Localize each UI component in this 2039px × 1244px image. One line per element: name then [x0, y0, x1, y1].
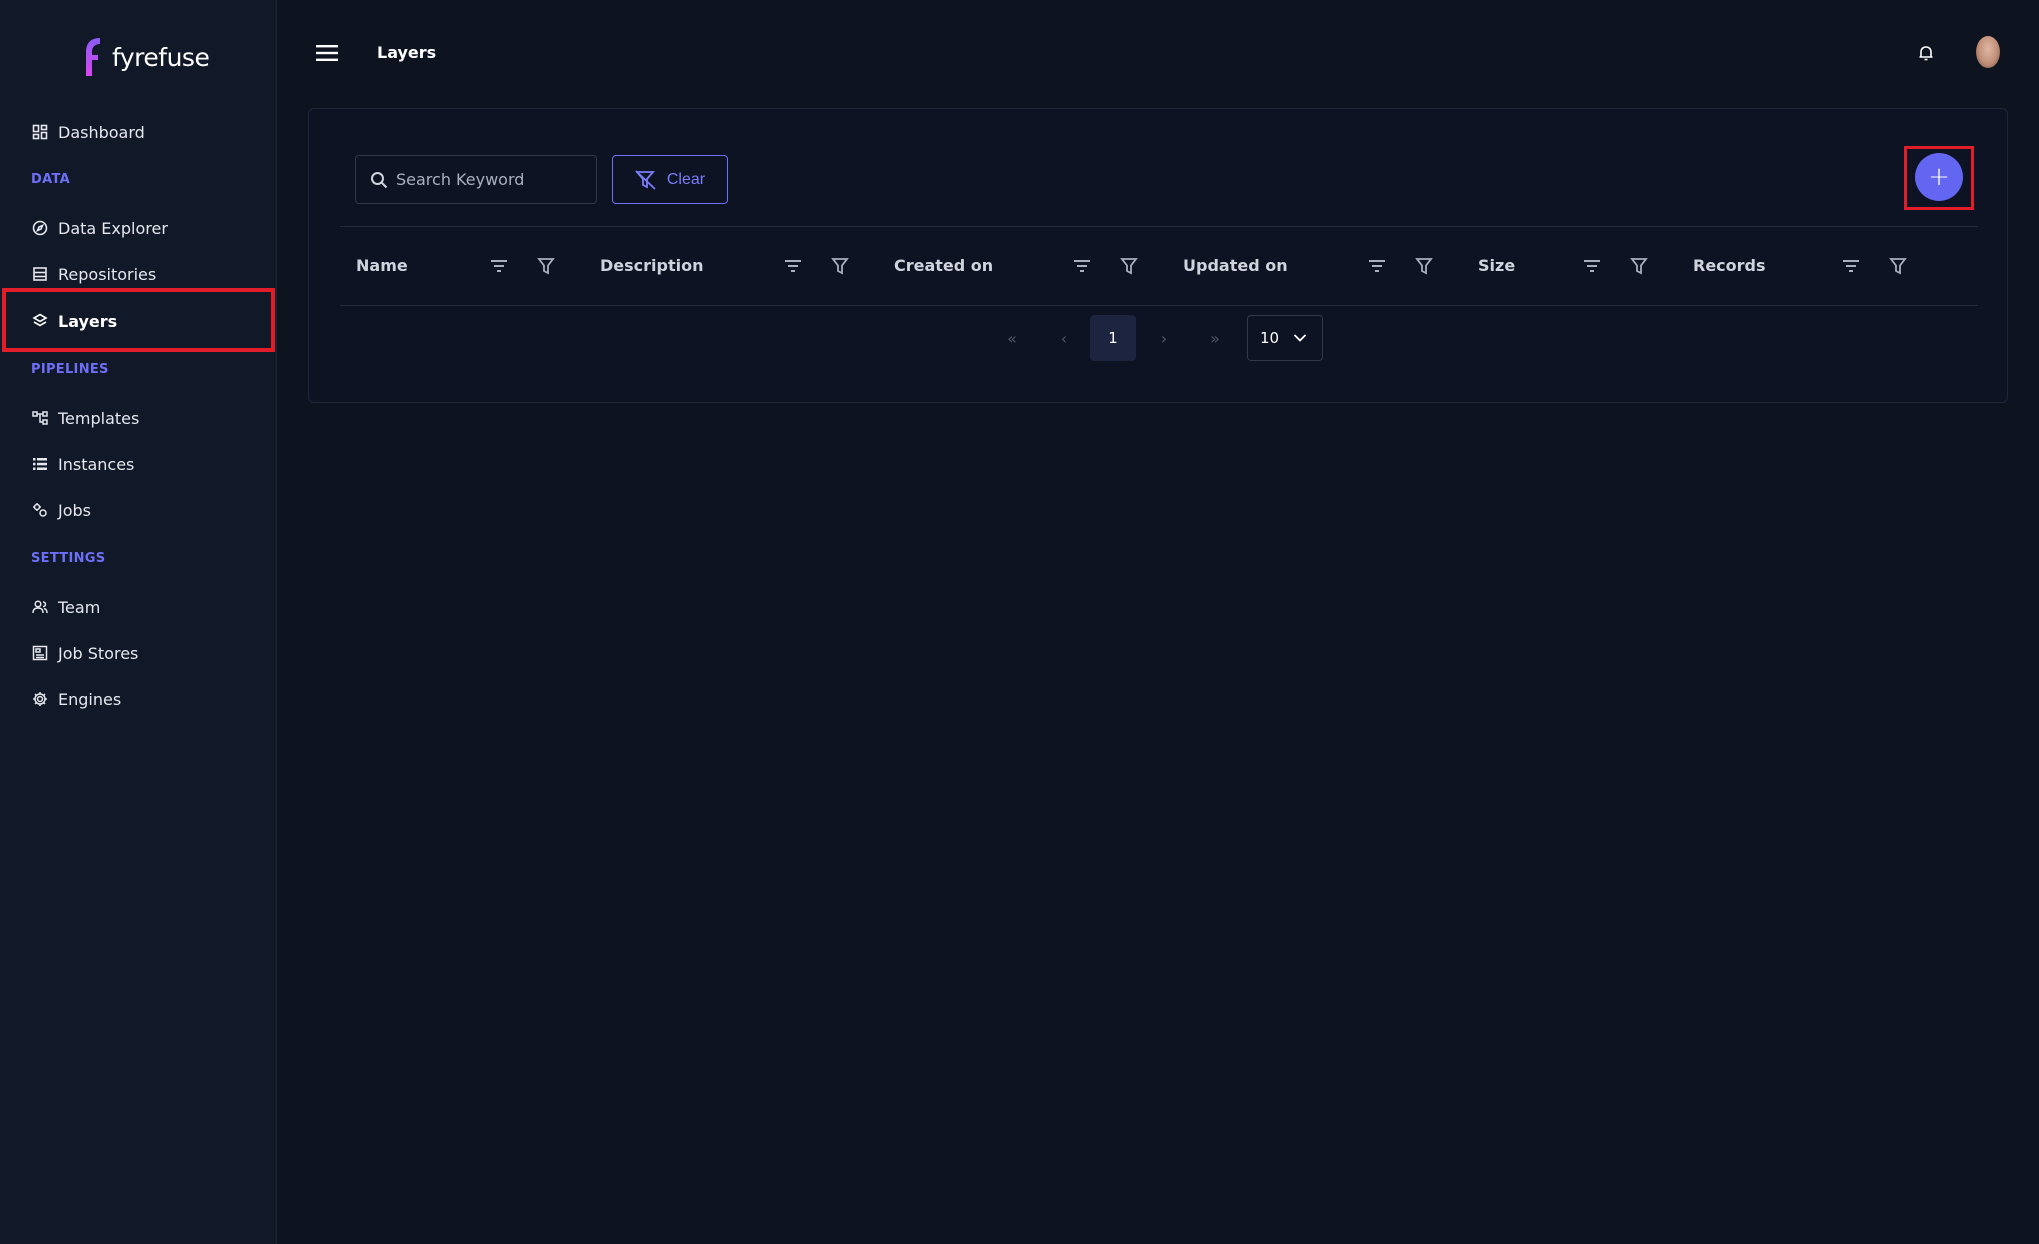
- double-chevron-right-icon: »: [1210, 328, 1220, 348]
- filter-clear-icon: [634, 169, 656, 190]
- column-label: Records: [1693, 256, 1766, 275]
- sidebar-item-layers[interactable]: Layers: [32, 309, 117, 333]
- clear-filters-button[interactable]: Clear: [612, 155, 728, 204]
- sidebar-item-job-stores[interactable]: Job Stores: [32, 641, 138, 665]
- chevron-right-icon: ›: [1160, 328, 1168, 348]
- layers-table-card: Clear + Name Description Created on Upda…: [308, 108, 2008, 403]
- page-size-select[interactable]: 10: [1247, 315, 1323, 361]
- logo[interactable]: fyrefuse: [82, 36, 210, 78]
- filter-icon[interactable]: [1630, 257, 1648, 275]
- column-header-records[interactable]: Records: [1693, 256, 1766, 275]
- sidebar-item-engines[interactable]: Engines: [32, 687, 121, 711]
- sort-icon[interactable]: [1583, 257, 1601, 275]
- column-header-size[interactable]: Size: [1478, 256, 1515, 275]
- column-label: Description: [600, 256, 704, 275]
- dashboard-icon: [32, 124, 48, 140]
- bell-icon: [1919, 46, 1933, 61]
- page-number: 1: [1108, 329, 1118, 347]
- search-field[interactable]: [355, 155, 597, 204]
- double-chevron-left-icon: «: [1007, 328, 1017, 348]
- sidebar-item-label: Engines: [58, 689, 122, 709]
- column-label: Created on: [894, 256, 994, 275]
- sidebar-item-label: Layers: [58, 311, 118, 331]
- next-page-button[interactable]: ›: [1151, 315, 1177, 361]
- templates-icon: [32, 410, 48, 426]
- sidebar-item-label: Repositories: [58, 264, 157, 284]
- sidebar: fyrefuse Dashboard DATA Data Explorer Re…: [0, 0, 277, 1244]
- compass-icon: [32, 220, 48, 236]
- section-pipelines: PIPELINES: [31, 362, 109, 377]
- sort-icon[interactable]: [490, 257, 508, 275]
- sort-icon[interactable]: [1842, 257, 1860, 275]
- sidebar-item-label: Job Stores: [58, 643, 139, 663]
- sidebar-item-dashboard[interactable]: Dashboard: [32, 120, 145, 144]
- sort-icon[interactable]: [784, 257, 802, 275]
- column-label: Size: [1478, 256, 1516, 275]
- sidebar-item-label: Dashboard: [58, 122, 145, 142]
- section-data: DATA: [31, 172, 70, 187]
- page-size-value: 10: [1260, 329, 1280, 347]
- sidebar-item-label: Data Explorer: [58, 218, 168, 238]
- section-settings: SETTINGS: [31, 551, 106, 566]
- avatar[interactable]: [1976, 36, 2000, 68]
- column-label: Updated on: [1183, 256, 1288, 275]
- sort-icon[interactable]: [1073, 257, 1091, 275]
- sidebar-item-label: Instances: [58, 454, 135, 474]
- first-page-button[interactable]: «: [999, 315, 1025, 361]
- prev-page-button[interactable]: ‹: [1051, 315, 1077, 361]
- engine-gear-icon: [32, 691, 48, 707]
- hamburger-icon: [316, 45, 338, 61]
- add-layer-button[interactable]: +: [1915, 153, 1963, 201]
- team-icon: [32, 599, 48, 615]
- column-header-updated-on[interactable]: Updated on: [1183, 256, 1288, 275]
- page-title: Layers: [377, 43, 437, 62]
- filter-icon[interactable]: [831, 257, 849, 275]
- column-header-description[interactable]: Description: [600, 256, 703, 275]
- sidebar-item-label: Team: [58, 597, 101, 617]
- job-store-icon: [32, 645, 48, 661]
- last-page-button[interactable]: »: [1202, 315, 1228, 361]
- filter-icon[interactable]: [1889, 257, 1907, 275]
- sidebar-item-templates[interactable]: Templates: [32, 406, 139, 430]
- chevron-left-icon: ‹: [1060, 328, 1068, 348]
- list-icon: [32, 456, 48, 472]
- column-header-name[interactable]: Name: [356, 256, 408, 275]
- column-header-created-on[interactable]: Created on: [894, 256, 993, 275]
- gears-icon: [32, 502, 48, 518]
- clear-button-label: Clear: [666, 170, 706, 188]
- column-label: Name: [356, 256, 408, 275]
- filter-icon[interactable]: [1120, 257, 1138, 275]
- sidebar-item-instances[interactable]: Instances: [32, 452, 134, 476]
- table-header-top-border: [340, 226, 1978, 227]
- fyrefuse-logo-icon: [86, 38, 100, 76]
- repository-icon: [32, 266, 48, 282]
- search-input[interactable]: [396, 170, 576, 189]
- sidebar-item-label: Jobs: [58, 500, 91, 520]
- app-name: fyrefuse: [112, 42, 210, 72]
- sidebar-item-data-explorer[interactable]: Data Explorer: [32, 216, 168, 240]
- sidebar-item-team[interactable]: Team: [32, 595, 100, 619]
- table-header-bottom-border: [340, 305, 1978, 306]
- filter-icon[interactable]: [537, 257, 555, 275]
- page-number-button[interactable]: 1: [1090, 315, 1136, 361]
- notifications-button[interactable]: [1918, 44, 1934, 62]
- sidebar-item-label: Templates: [58, 408, 140, 428]
- plus-icon: +: [1928, 162, 1950, 192]
- sort-icon[interactable]: [1368, 257, 1386, 275]
- search-icon: [371, 171, 388, 188]
- sidebar-item-repositories[interactable]: Repositories: [32, 262, 156, 286]
- filter-icon[interactable]: [1415, 257, 1433, 275]
- layers-icon: [32, 313, 48, 329]
- menu-toggle-button[interactable]: [316, 44, 338, 62]
- chevron-down-icon: [1293, 334, 1307, 342]
- sidebar-item-jobs[interactable]: Jobs: [32, 498, 91, 522]
